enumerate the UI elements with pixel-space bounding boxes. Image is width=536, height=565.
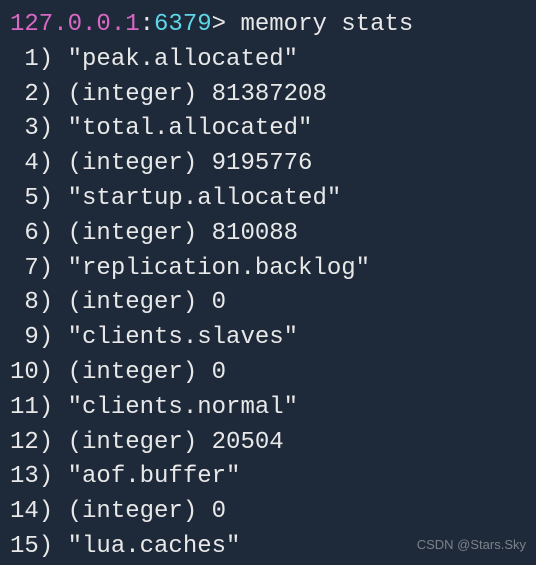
row-index: 6	[10, 217, 39, 252]
output-row: 7) "replication.backlog"	[10, 252, 526, 287]
row-index: 9	[10, 321, 39, 356]
output-row: 5) "startup.allocated"	[10, 182, 526, 217]
row-index: 11	[10, 391, 39, 426]
prompt-port: 6379	[154, 11, 212, 38]
row-value: "clients.normal"	[68, 394, 298, 421]
row-index: 1	[10, 43, 39, 78]
row-value: "clients.slaves"	[68, 324, 298, 351]
row-value: "peak.allocated"	[68, 46, 298, 73]
prompt-line: 127.0.0.1:6379> memory stats	[10, 8, 526, 43]
output-row: 4) (integer) 9195776	[10, 147, 526, 182]
output-row: 10) (integer) 0	[10, 356, 526, 391]
row-value: "aof.buffer"	[68, 463, 241, 490]
output-row: 3) "total.allocated"	[10, 112, 526, 147]
output-row: 6) (integer) 810088	[10, 217, 526, 252]
row-index: 5	[10, 182, 39, 217]
output-row: 13) "aof.buffer"	[10, 460, 526, 495]
output-row: 11) "clients.normal"	[10, 391, 526, 426]
row-value: "startup.allocated"	[68, 185, 342, 212]
output-row: 1) "peak.allocated"	[10, 43, 526, 78]
row-index: 3	[10, 112, 39, 147]
row-index: 12	[10, 426, 39, 461]
row-index: 8	[10, 286, 39, 321]
output-row: 2) (integer) 81387208	[10, 78, 526, 113]
row-value: (integer) 810088	[68, 220, 298, 247]
row-index: 13	[10, 460, 39, 495]
row-value: (integer) 20504	[68, 429, 284, 456]
row-value: (integer) 9195776	[68, 150, 313, 177]
row-index: 7	[10, 252, 39, 287]
prompt-suffix: >	[212, 11, 241, 38]
output-row: 14) (integer) 0	[10, 495, 526, 530]
row-value: "total.allocated"	[68, 115, 313, 142]
row-value: "replication.backlog"	[68, 255, 370, 282]
row-index: 4	[10, 147, 39, 182]
watermark: CSDN @Stars.Sky	[417, 536, 526, 555]
row-value: (integer) 0	[68, 359, 226, 386]
row-value: (integer) 0	[68, 498, 226, 525]
prompt-command[interactable]: memory stats	[240, 11, 413, 38]
row-value: (integer) 81387208	[68, 81, 327, 108]
row-value: "lua.caches"	[68, 533, 241, 560]
row-index: 15	[10, 530, 39, 565]
row-index: 10	[10, 356, 39, 391]
output-row: 9) "clients.slaves"	[10, 321, 526, 356]
row-index: 14	[10, 495, 39, 530]
output-row: 8) (integer) 0	[10, 286, 526, 321]
row-value: (integer) 0	[68, 289, 226, 316]
prompt-separator: :	[140, 11, 154, 38]
row-index: 2	[10, 78, 39, 113]
output-row: 12) (integer) 20504	[10, 426, 526, 461]
prompt-host: 127.0.0.1	[10, 11, 140, 38]
